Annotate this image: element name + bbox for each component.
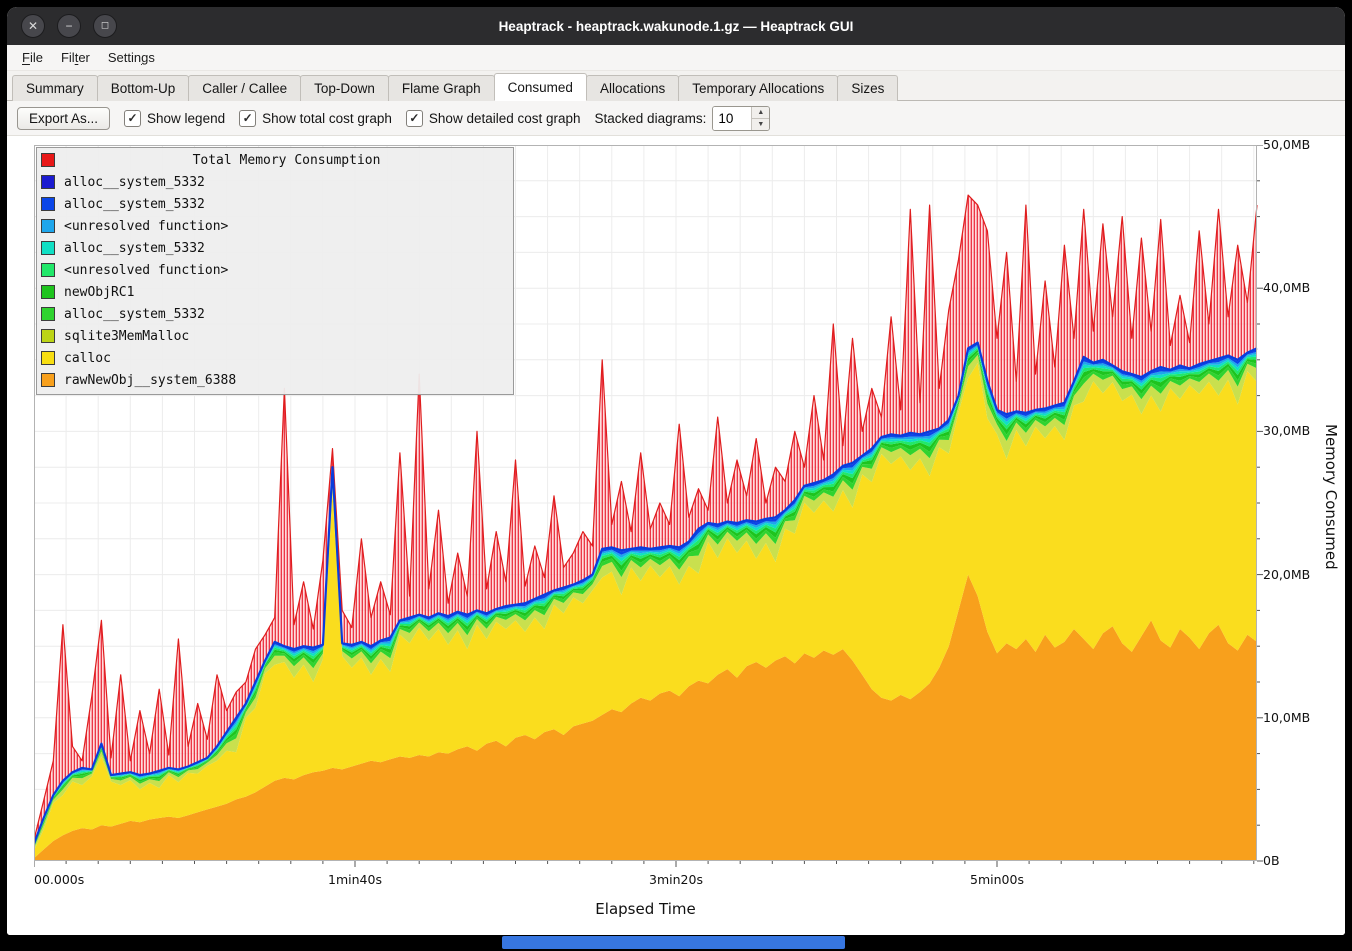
y-tick-label: 0B	[1263, 853, 1280, 868]
legend-label: <unresolved function>	[64, 219, 228, 234]
stacked-diagrams-spinbox: ▲ ▼	[712, 106, 770, 131]
legend-swatch	[41, 197, 55, 211]
legend-swatch	[41, 241, 55, 255]
checkbox-label: Show total cost graph	[262, 111, 392, 126]
chart-legend: Total Memory Consumption alloc__system_53…	[36, 147, 514, 395]
checkbox-box[interactable]: ✓	[406, 110, 423, 127]
legend-item: alloc__system_5332	[41, 193, 509, 215]
minimize-button[interactable]: −	[57, 14, 81, 38]
menu-file[interactable]: File	[13, 47, 52, 68]
legend-swatch	[41, 219, 55, 233]
tab-allocations[interactable]: Allocations	[586, 75, 679, 101]
menu-settings[interactable]: Settings	[99, 47, 164, 68]
stacked-diagrams-input[interactable]	[713, 107, 751, 130]
legend-swatch	[41, 285, 55, 299]
tab-summary[interactable]: Summary	[12, 75, 98, 101]
legend-item: alloc__system_5332	[41, 171, 509, 193]
spin-down-button[interactable]: ▼	[752, 119, 769, 130]
y-tick-label: 40,0MB	[1263, 280, 1310, 295]
y-tick-label: 30,0MB	[1263, 423, 1310, 438]
checkbox-box[interactable]: ✓	[239, 110, 256, 127]
legend-title-row: Total Memory Consumption	[41, 149, 509, 171]
x-tick-label: 5min00s	[970, 872, 1024, 887]
spin-up-button[interactable]: ▲	[752, 107, 769, 119]
legend-item: <unresolved function>	[41, 259, 509, 281]
menu-bar: FileFilterSettings	[7, 45, 1345, 71]
legend-label: sqlite3MemMalloc	[64, 329, 189, 344]
legend-title: Total Memory Consumption	[64, 153, 509, 168]
legend-label: newObjRC1	[64, 285, 134, 300]
legend-item: <unresolved function>	[41, 215, 509, 237]
export-as-button[interactable]: Export As...	[17, 107, 110, 130]
legend-label: alloc__system_5332	[64, 197, 205, 212]
checkbox-show-legend[interactable]: ✓ Show legend	[124, 110, 225, 127]
legend-swatch	[41, 263, 55, 277]
x-tick-label: 1min40s	[328, 872, 382, 887]
legend-swatch	[41, 153, 55, 167]
tab-consumed[interactable]: Consumed	[494, 73, 587, 101]
legend-swatch	[41, 373, 55, 387]
checkbox-label: Show legend	[147, 111, 225, 126]
y-axis-label: Memory Consumed	[1322, 424, 1340, 570]
legend-label: alloc__system_5332	[64, 307, 205, 322]
y-tick-label: 10,0MB	[1263, 710, 1310, 725]
tab-temporary-allocations[interactable]: Temporary Allocations	[678, 75, 838, 101]
legend-item: newObjRC1	[41, 281, 509, 303]
bottom-accent-bar	[502, 936, 845, 949]
tab-caller-callee[interactable]: Caller / Callee	[188, 75, 301, 101]
checkbox-label: Show detailed cost graph	[429, 111, 581, 126]
checkbox-show-total-cost-graph[interactable]: ✓ Show total cost graph	[239, 110, 392, 127]
y-tick-label: 20,0MB	[1263, 567, 1310, 582]
legend-swatch	[41, 175, 55, 189]
chart-area: Total Memory Consumption alloc__system_53…	[7, 136, 1345, 935]
legend-label: <unresolved function>	[64, 263, 228, 278]
legend-swatch	[41, 329, 55, 343]
legend-item: sqlite3MemMalloc	[41, 325, 509, 347]
legend-item: alloc__system_5332	[41, 303, 509, 325]
y-tick-label: 50,0MB	[1263, 137, 1310, 152]
desktop: { "window": { "title": "Heaptrack - heap…	[0, 0, 1352, 951]
legend-swatch	[41, 307, 55, 321]
app-window: ✕ − ◻ Heaptrack - heaptrack.wakunode.1.g…	[7, 7, 1345, 935]
legend-label: alloc__system_5332	[64, 241, 205, 256]
legend-label: alloc__system_5332	[64, 175, 205, 190]
stacked-diagrams-control: Stacked diagrams: ▲ ▼	[595, 106, 771, 131]
stacked-diagrams-label: Stacked diagrams:	[595, 111, 707, 126]
tab-sizes[interactable]: Sizes	[837, 75, 898, 101]
window-controls: ✕ − ◻	[7, 14, 117, 38]
maximize-button[interactable]: ◻	[93, 14, 117, 38]
x-axis-label: Elapsed Time	[34, 900, 1257, 918]
tab-top-down[interactable]: Top-Down	[300, 75, 389, 101]
tab-bar: SummaryBottom-UpCaller / CalleeTop-DownF…	[7, 71, 1345, 101]
tab-bottom-up[interactable]: Bottom-Up	[97, 75, 190, 101]
toolbar: Export As... ✓ Show legend ✓ Show total cos…	[7, 101, 1345, 136]
menu-filter[interactable]: Filter	[52, 47, 99, 68]
title-bar: ✕ − ◻ Heaptrack - heaptrack.wakunode.1.g…	[7, 7, 1345, 45]
legend-swatch	[41, 351, 55, 365]
close-button[interactable]: ✕	[21, 14, 45, 38]
legend-label: calloc	[64, 351, 111, 366]
checkbox-box[interactable]: ✓	[124, 110, 141, 127]
legend-item: alloc__system_5332	[41, 237, 509, 259]
checkbox-group: ✓ Show legend ✓ Show total cost graph ✓ Show …	[124, 110, 581, 127]
window-title: Heaptrack - heaptrack.wakunode.1.gz — He…	[7, 19, 1345, 34]
legend-label: rawNewObj__system_6388	[64, 373, 236, 388]
x-tick-label: 3min20s	[649, 872, 703, 887]
x-tick-label: 00.000s	[34, 872, 84, 887]
legend-item: rawNewObj__system_6388	[41, 369, 509, 391]
tab-flame-graph[interactable]: Flame Graph	[388, 75, 495, 101]
legend-item: calloc	[41, 347, 509, 369]
checkbox-show-detailed-cost-graph[interactable]: ✓ Show detailed cost graph	[406, 110, 581, 127]
